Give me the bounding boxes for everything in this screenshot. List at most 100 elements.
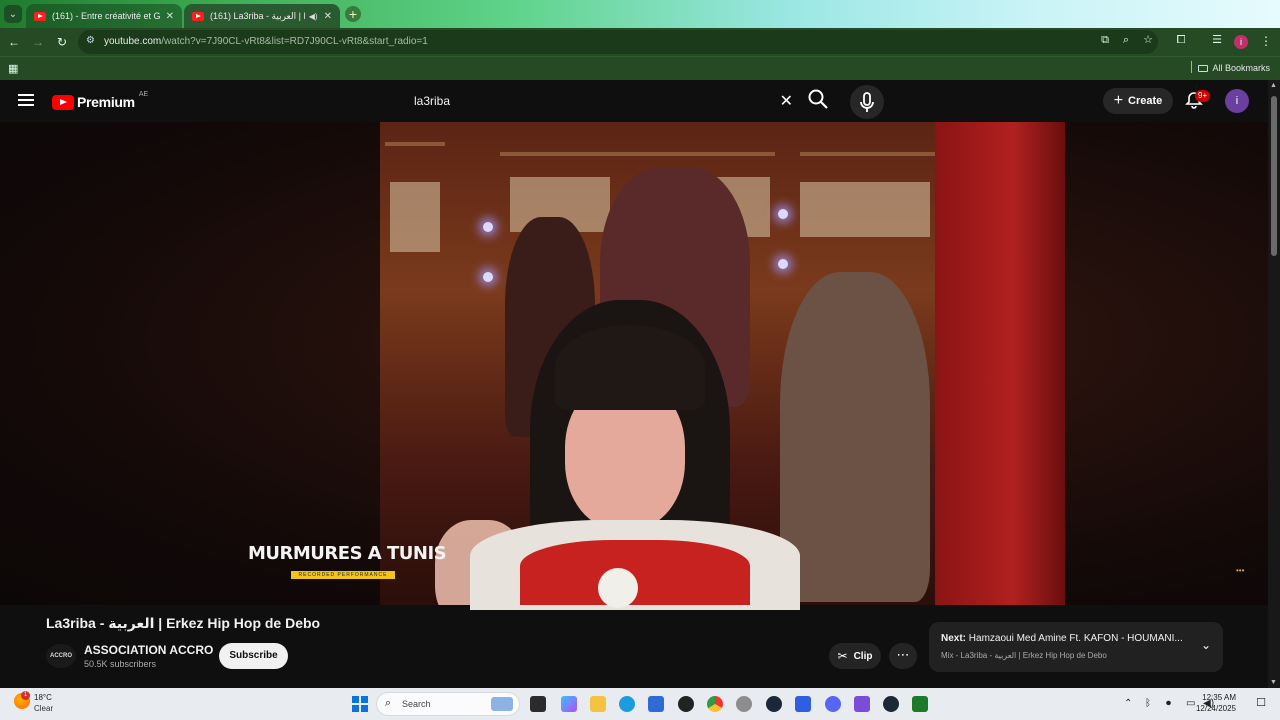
subscribe-button[interactable]: Subscribe	[219, 643, 288, 669]
discord-icon[interactable]	[825, 696, 841, 712]
tab-search-button[interactable]: ⌄	[4, 5, 22, 23]
clear-search-icon[interactable]: ✕	[780, 91, 793, 111]
address-bar[interactable]: ⚙ youtube.com/watch?v=7J90CL-vRt8&list=R…	[78, 30, 1158, 54]
browser-tab-strip: ⌄ (161) - Entre créativité et Gam ✕ (161…	[0, 0, 1280, 28]
clock-date: 12/24/2025	[1195, 704, 1236, 713]
new-tab-button[interactable]: +	[345, 6, 361, 22]
chevron-down-icon[interactable]: ⌄	[1201, 638, 1211, 652]
search-input[interactable]: la3riba ✕	[402, 87, 803, 115]
steam-icon[interactable]	[766, 696, 782, 712]
copilot-icon[interactable]	[561, 696, 577, 712]
clip-label: Clip	[853, 650, 873, 662]
cast-icon[interactable]: ⧉	[1097, 32, 1113, 48]
create-label: Create	[1128, 95, 1163, 107]
show-hidden-icons[interactable]: ⌃	[1124, 698, 1132, 709]
more-actions-button[interactable]: ⋯	[889, 643, 917, 669]
browser-profile-avatar[interactable]: i	[1234, 35, 1248, 49]
audio-playing-icon[interactable]: ◀)	[309, 12, 318, 21]
apps-grid-icon[interactable]: ▦	[8, 62, 18, 75]
video-scene-shelf	[800, 152, 935, 156]
video-scene-person	[780, 272, 930, 602]
webcam-streamer-shirt-emblem	[598, 568, 638, 608]
voice-search-button[interactable]	[850, 85, 884, 119]
clip-button[interactable]: ✂ Clip	[829, 643, 881, 669]
windows-taskbar: 1 18°C Clear ⌕ Search ⌃ ᛒ ⏺ ▭ ◀) 12:35 A…	[0, 688, 1280, 720]
overlay-dots-icon: •••	[1236, 566, 1245, 575]
video-scene-light	[778, 209, 788, 219]
video-scene-shelf	[500, 152, 775, 156]
account-avatar[interactable]: i	[1225, 89, 1249, 113]
create-button[interactable]: + Create	[1103, 88, 1173, 114]
browser-menu-icon[interactable]: ⋮	[1260, 34, 1272, 48]
taskbar-search-label: Search	[402, 699, 431, 709]
forward-icon[interactable]: →	[30, 34, 46, 50]
tab-close-icon[interactable]: ✕	[166, 11, 174, 22]
video-watermark-subtitle: RECORDED PERFORMANCE	[291, 571, 395, 579]
microphone-tray-icon[interactable]: ⏺	[1166, 698, 1171, 709]
tab-title: (161) La3riba - العربية | Erke	[210, 10, 305, 21]
video-watermark-title: MURMURES A TUNIS	[248, 543, 447, 564]
video-scene-red-pillar	[935, 122, 1065, 605]
up-next-card[interactable]: Next: Hamzaoui Med Amine Ft. KAFON - HOU…	[929, 622, 1223, 672]
file-explorer-icon[interactable]	[590, 696, 606, 712]
tab-entre-creativite[interactable]: (161) - Entre créativité et Gam ✕	[26, 4, 182, 28]
scroll-down-icon[interactable]: ▼	[1270, 679, 1277, 686]
clock-time: 12:35 AM	[1202, 693, 1236, 702]
extensions-icon[interactable]: ⧠	[1173, 32, 1189, 48]
channel-name[interactable]: ASSOCIATION ACCRO	[84, 643, 213, 657]
up-next-prefix: Next:	[941, 633, 967, 644]
chrome-icon[interactable]	[707, 696, 723, 712]
reload-icon[interactable]: ↻	[54, 34, 70, 50]
back-icon[interactable]: ←	[6, 34, 22, 50]
url-path: /watch?v=7J90CL-vRt8&list=RD7J90CL-vRt8&…	[161, 36, 428, 47]
browser-toolbar: ← → ↻ ⚙ youtube.com/watch?v=7J90CL-vRt8&…	[0, 28, 1280, 56]
task-view-icon[interactable]	[530, 696, 546, 712]
search-icon: ⌕	[385, 697, 392, 709]
address-url[interactable]: youtube.com/watch?v=7J90CL-vRt8&list=RD7…	[104, 36, 428, 47]
youtube-premium-logo[interactable]: Premium AE	[52, 90, 149, 110]
all-bookmarks-button[interactable]: All Bookmarks	[1198, 63, 1270, 73]
bookmarks-bar: ▦ All Bookmarks	[0, 56, 1280, 80]
start-icon[interactable]	[352, 696, 368, 712]
subscriber-count: 50.5K subscribers	[84, 659, 157, 669]
scroll-up-icon[interactable]: ▲	[1270, 82, 1277, 89]
app-icon[interactable]	[854, 696, 870, 712]
bluetooth-icon[interactable]: ᛒ	[1145, 698, 1151, 709]
page-scrollbar[interactable]: ▲ ▼	[1268, 80, 1280, 688]
github-icon[interactable]	[678, 696, 694, 712]
guide-menu-icon[interactable]	[18, 94, 34, 106]
video-title: La3riba - العربية | Erkez Hip Hop de Deb…	[46, 615, 321, 631]
taskbar-search[interactable]: ⌕ Search	[376, 692, 520, 716]
network-icon[interactable]: ▭	[1186, 698, 1195, 709]
weather-temperature: 18°C	[34, 693, 52, 702]
bookmarks-divider	[1191, 61, 1192, 73]
scissors-icon: ✂	[837, 649, 848, 663]
video-scene-books	[800, 182, 930, 237]
app-icon[interactable]	[795, 696, 811, 712]
taskbar-clock[interactable]: 12:35 AM 12/24/2025	[1196, 692, 1236, 714]
up-next-line: Next: Hamzaoui Med Amine Ft. KAFON - HOU…	[941, 633, 1183, 644]
microphone-icon	[860, 92, 874, 112]
settings-icon[interactable]	[736, 696, 752, 712]
country-code: AE	[138, 90, 149, 98]
site-info-icon[interactable]: ⚙	[86, 35, 95, 46]
tab-close-icon[interactable]: ✕	[324, 11, 332, 22]
video-scene-books	[390, 182, 440, 252]
steam-icon[interactable]	[883, 696, 899, 712]
channel-avatar[interactable]: ACCRO	[46, 644, 76, 668]
tab-title: (161) - Entre créativité et Gam	[52, 11, 160, 21]
store-icon[interactable]	[648, 696, 664, 712]
edge-icon[interactable]	[619, 696, 635, 712]
bookmark-star-icon[interactable]: ☆	[1140, 32, 1156, 48]
terminal-icon[interactable]	[912, 696, 928, 712]
folder-icon	[1198, 65, 1209, 72]
search-highlight-icon	[491, 697, 513, 711]
zoom-icon[interactable]: ⌕	[1118, 32, 1134, 48]
scrollbar-thumb[interactable]	[1271, 96, 1277, 256]
reading-list-icon[interactable]: ☰	[1209, 32, 1225, 48]
notification-center-icon[interactable]: ☐	[1252, 696, 1270, 712]
video-scene-shelf	[385, 142, 445, 146]
tab-la3riba[interactable]: (161) La3riba - العربية | Erke ◀) ✕	[184, 4, 340, 28]
search-icon[interactable]	[806, 87, 830, 111]
youtube-favicon-icon	[34, 11, 46, 21]
